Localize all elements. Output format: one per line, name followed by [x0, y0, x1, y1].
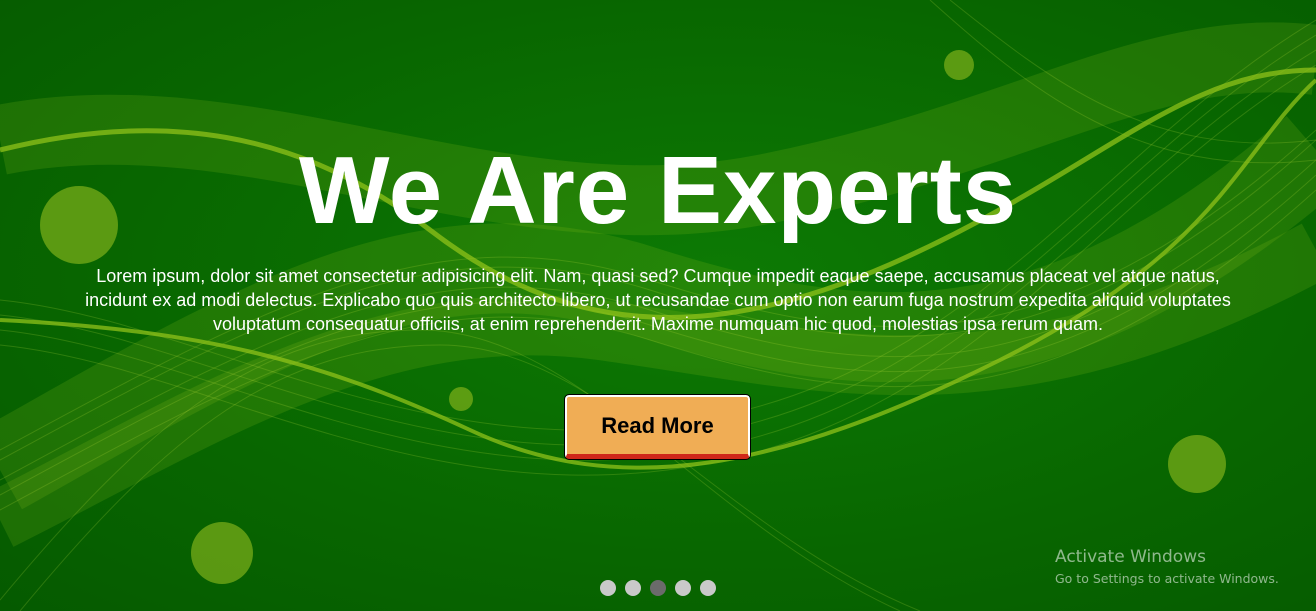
- hero-banner: We Are Experts Lorem ipsum, dolor sit am…: [0, 0, 1316, 611]
- watermark-subtitle: Go to Settings to activate Windows.: [1055, 571, 1279, 586]
- carousel-dot-2[interactable]: [625, 580, 641, 596]
- carousel-indicators: [600, 580, 716, 596]
- read-more-button[interactable]: Read More: [564, 394, 751, 460]
- carousel-dot-4[interactable]: [675, 580, 691, 596]
- activate-windows-watermark: Activate Windows Go to Settings to activ…: [1055, 546, 1279, 588]
- hero-title: We Are Experts: [298, 137, 1018, 244]
- carousel-dot-3[interactable]: [650, 580, 666, 596]
- carousel-dot-1[interactable]: [600, 580, 616, 596]
- hero-description: Lorem ipsum, dolor sit amet consectetur …: [85, 266, 1231, 334]
- watermark-title: Activate Windows: [1055, 547, 1206, 567]
- carousel-dot-5[interactable]: [700, 580, 716, 596]
